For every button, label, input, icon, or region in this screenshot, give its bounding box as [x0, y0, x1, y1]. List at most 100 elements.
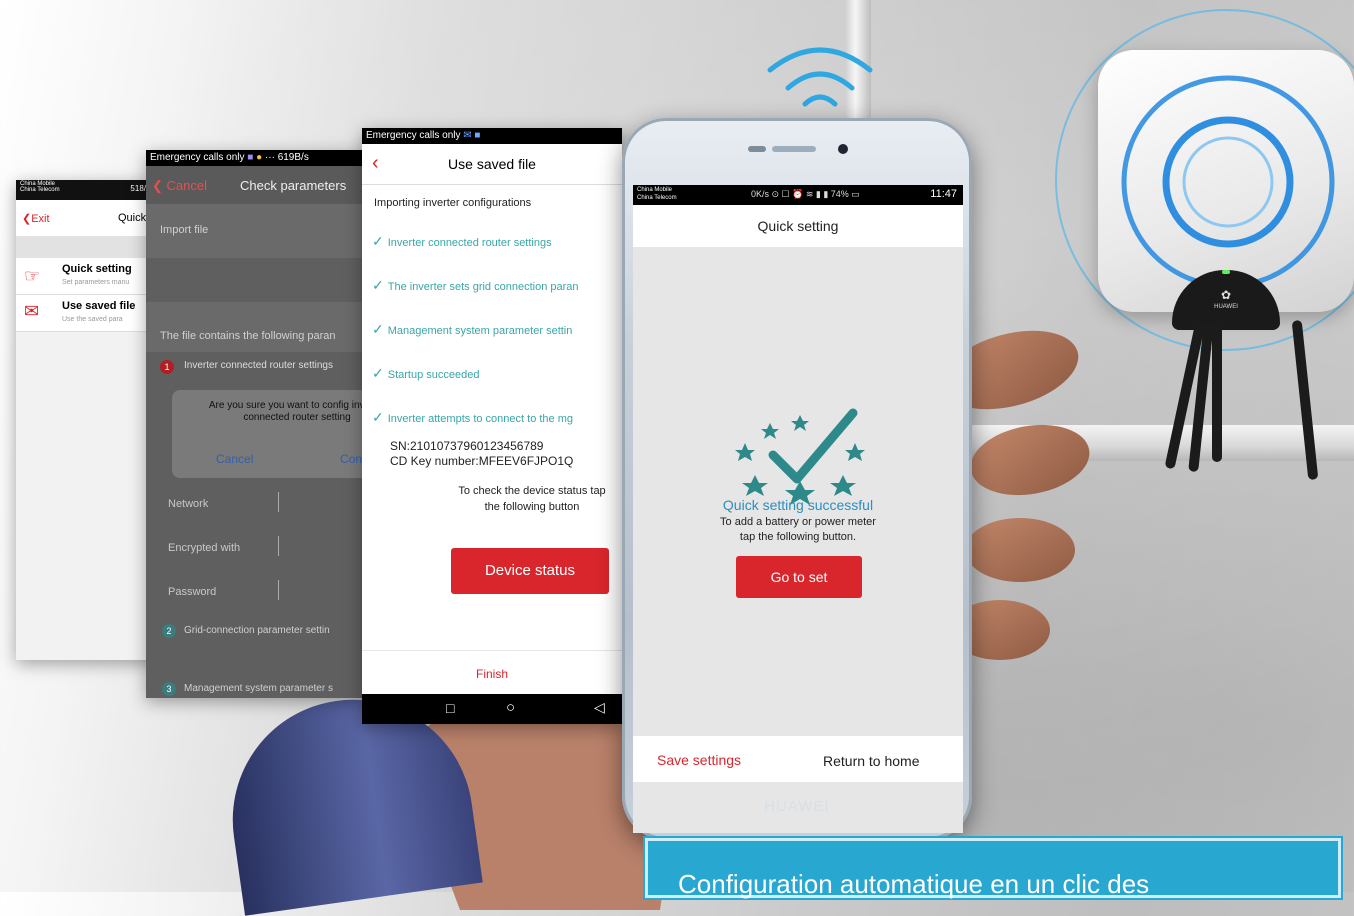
success-stars-icon — [735, 408, 865, 505]
menu-item-title: Use saved file — [62, 300, 136, 312]
import-file-label: Import file — [160, 224, 209, 236]
screen-use-saved-file: Emergency calls only ✉ ■ ‹ Use saved fil… — [362, 128, 622, 724]
proximity-sensor — [748, 146, 766, 152]
confirm-dialog: Are you sure you want to config inverter… — [172, 390, 370, 478]
page-title: Quick — [118, 212, 147, 224]
huawei-logo-icon: ✿ — [1220, 288, 1232, 302]
progress-step: ✓ The inverter sets grid connection paran — [362, 263, 622, 307]
field-label: Encrypted with — [168, 542, 241, 554]
step-label: Inverter attempts to connect to the mg — [387, 413, 573, 425]
return-home-button[interactable]: Return to home — [823, 753, 920, 769]
bottom-actions: Save settings Return to home — [633, 736, 963, 782]
dialog-confirm-button[interactable]: Con — [340, 452, 362, 466]
section-title: Inverter connected router settings — [184, 360, 333, 371]
check-icon: ✓ — [372, 321, 384, 337]
finish-button[interactable]: Finish — [362, 651, 622, 697]
status-bar: China Mobile China Telecom 518/s — [16, 180, 156, 200]
check-hint: To check the device status tap the follo… — [458, 485, 606, 513]
header: ‹ Use saved file — [362, 144, 622, 185]
progress-step: ✓ Inverter connected router settings — [362, 219, 622, 263]
menu-item-subtitle: Set parameters manu — [62, 279, 130, 286]
back-icon[interactable]: ◁ — [594, 699, 605, 716]
header: Quick setting — [633, 205, 963, 247]
check-icon: ✓ — [372, 277, 384, 293]
field-label: Network — [168, 498, 209, 510]
progress-step: ✓ Startup succeeded — [362, 351, 622, 395]
status-icons: 0K/s ⊙ ☐ ⏰ ≋ ▮ ▮ 74% ▭ — [751, 189, 860, 199]
caption-banner: Configuration automatique en un clic des — [645, 838, 1341, 899]
page-title: Check parameters — [240, 178, 347, 193]
importing-label: Importing inverter configurations — [374, 197, 532, 209]
exit-button[interactable]: ❮Exit — [22, 212, 50, 225]
menu-item-quick-setting[interactable]: ☞ Quick setting Set parameters manu — [16, 258, 156, 295]
step-label: Inverter connected router settings — [387, 237, 552, 249]
network-speed: 619B/s — [277, 152, 309, 163]
step-badge: 1 — [160, 360, 174, 374]
menu-item-use-saved-file[interactable]: ✉ Use saved file Use the saved para — [16, 295, 156, 332]
menu-item-subtitle: Use the saved para — [62, 316, 123, 323]
hand-pointer-icon: ☞ — [24, 266, 41, 286]
device-info: SN:21010737960123456789 CD Key number:MF… — [362, 439, 622, 469]
phone-brand-label: HUAWEI — [764, 798, 830, 815]
status-text: Emergency calls only — [150, 152, 245, 163]
earpiece-speaker — [772, 146, 816, 152]
exit-label: Exit — [31, 213, 50, 225]
screen-quick-menu: China Mobile China Telecom 518/s ❮Exit Q… — [16, 180, 156, 660]
chevron-left-icon: ❮ — [152, 178, 163, 193]
progress-step: ✓ Inverter attempts to connect to the mg — [362, 395, 622, 439]
carrier-label: China Telecom — [637, 195, 677, 201]
section-title: Grid-connection parameter settin — [184, 625, 330, 636]
check-icon: ✓ — [372, 365, 384, 381]
hint-text: To add a battery or power meter tap the … — [720, 516, 876, 543]
check-icon: ✓ — [372, 233, 384, 249]
file-icon: ✉ — [24, 301, 40, 321]
progress-step: ✓ Management system parameter settin — [362, 307, 622, 351]
success-message: Quick setting successful — [722, 497, 874, 513]
save-settings-button[interactable]: Save settings — [657, 752, 741, 768]
status-bar: Emergency calls only ■ ● ··· 619B/s — [146, 150, 370, 166]
header: ❮ Cancel Check parameters — [146, 166, 370, 204]
status-text: Emergency calls only — [366, 130, 461, 141]
carrier-label: China Mobile — [637, 187, 673, 193]
status-bar: China Mobile China Telecom 0K/s ⊙ ☐ ⏰ ≋ … — [633, 185, 963, 205]
step-badge: 3 — [162, 682, 176, 696]
android-nav-bar: □ ○ ◁ — [362, 694, 622, 724]
network-field[interactable]: Network — [146, 480, 370, 524]
caption-text: Configuration automatique en un clic des — [678, 869, 1150, 899]
phone-device: China Mobile China Telecom 0K/s ⊙ ☐ ⏰ ≋ … — [622, 118, 972, 840]
home-icon[interactable]: ○ — [506, 699, 515, 716]
screen-check-parameters: Emergency calls only ■ ● ··· 619B/s ❮ Ca… — [146, 150, 370, 698]
inverter-status-led — [1222, 270, 1230, 274]
serial-number: SN:21010737960123456789 — [390, 439, 544, 453]
cancel-button[interactable]: ❮ Cancel — [152, 178, 207, 194]
dialog-message: Are you sure you want to config inverter… — [208, 400, 370, 423]
status-bar: Emergency calls only ✉ ■ — [362, 128, 622, 144]
cd-key: CD Key number:MFEEV6FJPO1Q — [390, 454, 574, 468]
import-file-row[interactable]: Import file — [146, 204, 370, 258]
page-title: Use saved file — [448, 156, 536, 172]
cancel-label: Cancel — [166, 178, 207, 193]
step-badge: 2 — [162, 624, 176, 638]
inverter-brand-label: HUAWEI — [1214, 304, 1238, 310]
go-to-set-button[interactable]: Go to set — [736, 556, 862, 598]
password-field[interactable]: Password — [146, 568, 370, 612]
phone-screen: China Mobile China Telecom 0K/s ⊙ ☐ ⏰ ≋ … — [633, 185, 963, 833]
cable — [1212, 322, 1222, 462]
step-label: The inverter sets grid connection paran — [387, 281, 579, 293]
header: ❮Exit Quick — [16, 200, 156, 236]
check-icon: ✓ — [372, 409, 384, 425]
encrypted-field[interactable]: Encrypted with — [146, 524, 370, 568]
field-label: Password — [168, 586, 217, 598]
step-label: Startup succeeded — [387, 369, 480, 381]
menu-item-title: Quick setting — [62, 263, 132, 275]
wifi-signal-icon — [767, 47, 873, 107]
info-text: The file contains the following paran — [160, 330, 336, 342]
recent-apps-icon[interactable]: □ — [446, 700, 454, 716]
section-title: Management system parameter s — [184, 683, 333, 694]
front-camera-icon — [838, 144, 848, 154]
clock: 11:47 — [930, 188, 957, 200]
device-status-button[interactable]: Device status — [451, 548, 609, 594]
step-label: Management system parameter settin — [387, 325, 573, 337]
page-title: Quick setting — [757, 218, 839, 234]
dialog-cancel-button[interactable]: Cancel — [216, 452, 253, 466]
